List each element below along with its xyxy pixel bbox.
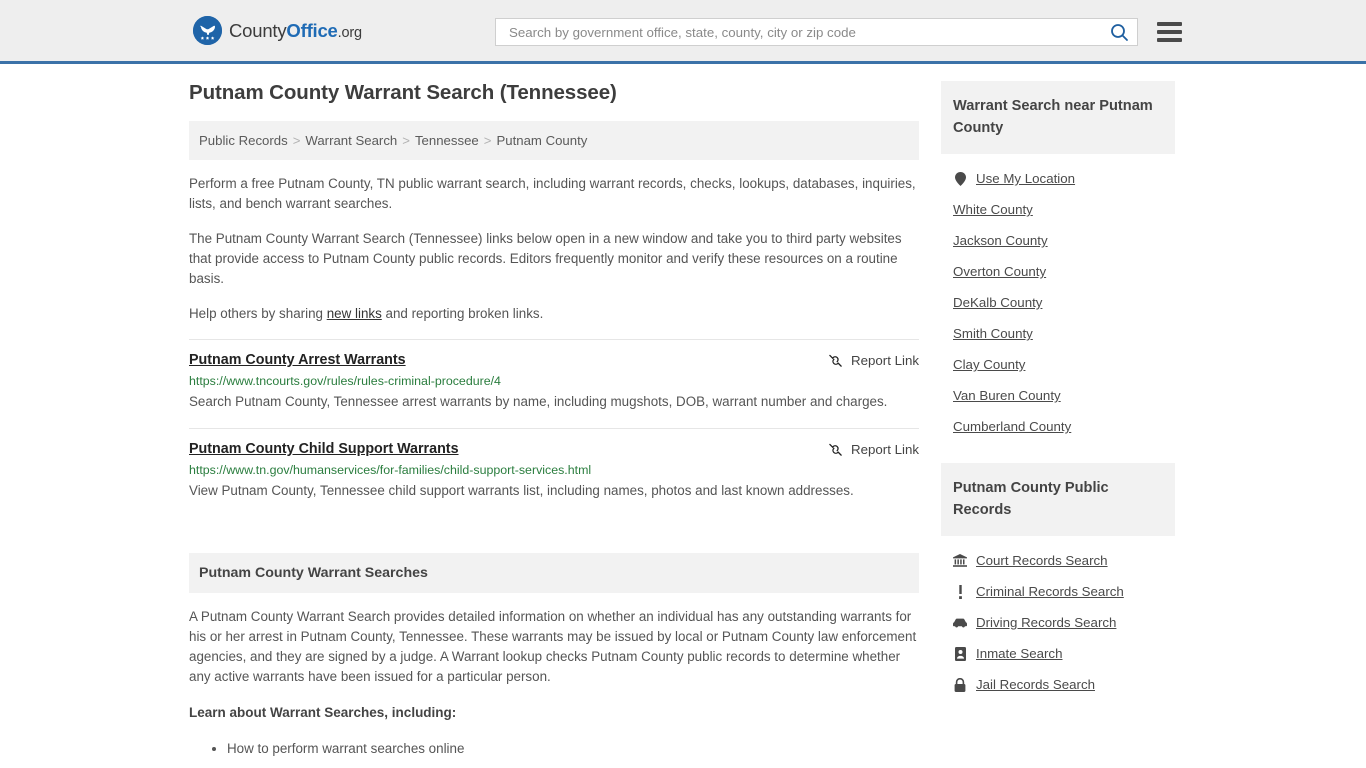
report-link-button[interactable]: Report Link — [828, 441, 919, 457]
result-url: https://www.tn.gov/humanservices/for-fam… — [189, 463, 592, 477]
sidebar-item-driving-records-search[interactable]: Driving Records Search — [941, 607, 1175, 638]
sidebar-item-cumberland-county[interactable]: Cumberland County — [941, 411, 1175, 442]
sidebar-records-heading: Putnam County Public Records — [941, 463, 1175, 536]
result-description: View Putnam County, Tennessee child supp… — [189, 483, 854, 498]
sidebar-item-overton-county[interactable]: Overton County — [941, 256, 1175, 287]
search-button[interactable] — [1108, 23, 1131, 42]
intro-3-pre: Help others by sharing — [189, 306, 327, 321]
hamburger-bar — [1157, 22, 1182, 26]
report-link-button[interactable]: Report Link — [828, 352, 919, 368]
car-icon — [953, 618, 967, 628]
hamburger-menu-icon[interactable] — [1157, 22, 1182, 42]
sidebar-link-label[interactable]: Clay County — [953, 357, 1025, 372]
sidebar-link-label[interactable]: Criminal Records Search — [976, 584, 1124, 599]
site-header: CountyOffice.org — [0, 0, 1366, 64]
search-icon — [1111, 23, 1128, 41]
lock-icon — [953, 677, 967, 692]
sidebar-item-van-buren-county[interactable]: Van Buren County — [941, 380, 1175, 411]
result-item: Putnam County Arrest Warrants Report Lin… — [189, 339, 919, 428]
sidebar-link-label[interactable]: Van Buren County — [953, 388, 1061, 403]
intro-3-post: and reporting broken links. — [381, 306, 544, 321]
result-title-link[interactable]: Putnam County Arrest Warrants — [189, 352, 406, 368]
breadcrumb-separator: > — [402, 133, 410, 148]
intro-paragraph-3: Help others by sharing new links and rep… — [189, 304, 919, 324]
result-description: Search Putnam County, Tennessee arrest w… — [189, 394, 888, 409]
id-badge-icon — [953, 646, 967, 661]
result-header: Putnam County Arrest Warrants Report Lin… — [189, 352, 919, 368]
section-paragraph: A Putnam County Warrant Search provides … — [189, 609, 917, 684]
sidebar-link-label[interactable]: Inmate Search — [976, 646, 1062, 661]
sidebar-item-use-my-location[interactable]: Use My Location — [941, 163, 1175, 194]
sidebar-item-white-county[interactable]: White County — [941, 194, 1175, 225]
new-links-link[interactable]: new links — [327, 306, 382, 321]
report-link-label: Report Link — [851, 442, 919, 457]
sidebar-link-label[interactable]: Cumberland County — [953, 419, 1071, 434]
result-url: https://www.tncourts.gov/rules/rules-cri… — [189, 374, 501, 388]
sidebar-item-clay-county[interactable]: Clay County — [941, 349, 1175, 380]
sidebar-link-label[interactable]: Smith County — [953, 326, 1033, 341]
breadcrumb-separator: > — [292, 133, 301, 148]
intro-paragraph-2: The Putnam County Warrant Search (Tennes… — [189, 231, 902, 286]
sidebar-link-label[interactable]: Court Records Search — [976, 553, 1108, 568]
logo-text-county: County — [229, 19, 287, 41]
search-input[interactable] — [507, 23, 1108, 41]
breadcrumb-item-warrant-search[interactable]: Warrant Search — [305, 133, 397, 148]
logo-wordmark: CountyOffice.org — [229, 20, 362, 42]
list-item: How to perform warrant searches online — [227, 739, 919, 759]
courthouse-icon — [953, 554, 967, 567]
sidebar-item-jail-records-search[interactable]: Jail Records Search — [941, 669, 1175, 700]
page-body: Putnam County Warrant Search (Tennessee)… — [0, 64, 1366, 759]
breadcrumb-item-public-records[interactable]: Public Records — [199, 133, 288, 148]
hamburger-bar — [1157, 30, 1182, 34]
sidebar-near-list: Use My Location White County Jackson Cou… — [941, 154, 1175, 442]
sidebar-link-label[interactable]: Jackson County — [953, 233, 1048, 248]
eagle-seal-icon — [193, 16, 222, 45]
breadcrumb-item-putnam-county[interactable]: Putnam County — [496, 133, 587, 148]
section-body: A Putnam County Warrant Search provides … — [189, 593, 919, 759]
breadcrumb-separator: > — [483, 133, 492, 148]
map-pin-icon — [953, 171, 967, 186]
result-header: Putnam County Child Support Warrants Rep… — [189, 441, 919, 457]
breadcrumb-item-tennessee[interactable]: Tennessee — [415, 133, 479, 148]
hamburger-bar — [1157, 38, 1182, 42]
result-title-link[interactable]: Putnam County Child Support Warrants — [189, 441, 459, 457]
report-link-label: Report Link — [851, 353, 919, 368]
sidebar-item-criminal-records-search[interactable]: Criminal Records Search — [941, 576, 1175, 607]
sidebar-link-label[interactable]: Jail Records Search — [976, 677, 1095, 692]
sidebar-link-label[interactable]: DeKalb County — [953, 295, 1042, 310]
logo-text-org: .org — [337, 24, 362, 41]
broken-link-icon — [829, 354, 842, 367]
sidebar-item-jackson-county[interactable]: Jackson County — [941, 225, 1175, 256]
breadcrumb: Public Records > Warrant Search > Tennessee >… — [189, 121, 919, 160]
header-search-area — [495, 18, 1182, 46]
section-heading: Putnam County Warrant Searches — [189, 553, 919, 593]
sidebar-link-label[interactable]: Overton County — [953, 264, 1046, 279]
sidebar: Warrant Search near Putnam County Use My… — [941, 81, 1175, 759]
sidebar-item-dekalb-county[interactable]: DeKalb County — [941, 287, 1175, 318]
sidebar-item-smith-county[interactable]: Smith County — [941, 318, 1175, 349]
sidebar-item-court-records-search[interactable]: Court Records Search — [941, 545, 1175, 576]
sidebar-records-list: Court Records Search Criminal Records Se… — [941, 536, 1175, 700]
sidebar-link-label[interactable]: Use My Location — [976, 171, 1075, 186]
learn-heading: Learn about Warrant Searches, including: — [189, 705, 457, 720]
sidebar-link-label[interactable]: White County — [953, 202, 1033, 217]
sidebar-near-heading: Warrant Search near Putnam County — [941, 81, 1175, 154]
intro-paragraph-1: Perform a free Putnam County, TN public … — [189, 176, 916, 211]
broken-link-icon — [829, 443, 842, 456]
page-title: Putnam County Warrant Search (Tennessee) — [189, 81, 617, 104]
exclamation-icon — [953, 584, 967, 599]
sidebar-link-label[interactable]: Driving Records Search — [976, 615, 1116, 630]
search-box[interactable] — [495, 18, 1138, 46]
sidebar-item-inmate-search[interactable]: Inmate Search — [941, 638, 1175, 669]
result-item: Putnam County Child Support Warrants Rep… — [189, 428, 919, 517]
main-content: Putnam County Warrant Search (Tennessee)… — [189, 81, 919, 759]
sidebar-records-block: Putnam County Public Records Court Recor… — [941, 463, 1175, 700]
site-logo[interactable]: CountyOffice.org — [193, 16, 362, 45]
logo-text-office: Office — [286, 19, 338, 41]
learn-list: How to perform warrant searches online — [189, 739, 919, 759]
